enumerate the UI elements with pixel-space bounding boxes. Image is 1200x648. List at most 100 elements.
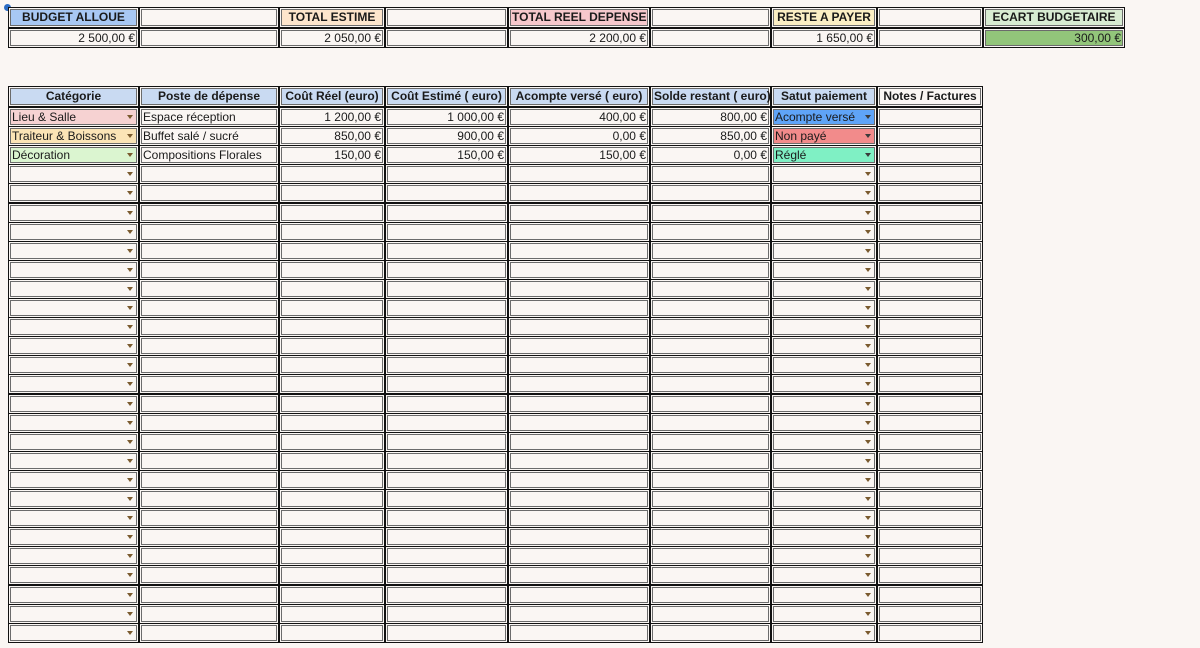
status-dropdown-r22[interactable]: [771, 527, 877, 547]
dropdown-arrow-icon[interactable]: [865, 191, 871, 195]
cell-r18-notes[interactable]: [877, 451, 983, 471]
cell-r14-poste[interactable]: [139, 374, 279, 394]
dropdown-arrow-icon[interactable]: [127, 153, 133, 157]
dropdown-arrow-icon[interactable]: [127, 211, 133, 215]
cell-r1-solde[interactable]: 850,00 €: [650, 126, 771, 146]
cell-r6-estime[interactable]: [385, 222, 508, 242]
cell-r1-estime[interactable]: 900,00 €: [385, 126, 508, 146]
dropdown-arrow-icon[interactable]: [865, 402, 871, 406]
cell-r24-acompte[interactable]: [508, 565, 650, 585]
summary-value-ecart[interactable]: 300,00 €: [983, 28, 1125, 48]
cell-r27-reel[interactable]: [279, 623, 385, 643]
cell-r15-notes[interactable]: [877, 394, 983, 414]
cell-r16-acompte[interactable]: [508, 413, 650, 433]
category-dropdown-r26[interactable]: [8, 604, 139, 624]
cell-r4-acompte[interactable]: [508, 183, 650, 203]
dropdown-arrow-icon[interactable]: [127, 363, 133, 367]
cell-r10-solde[interactable]: [650, 298, 771, 318]
cell-r19-solde[interactable]: [650, 470, 771, 490]
cell-r20-solde[interactable]: [650, 489, 771, 509]
cell-r8-estime[interactable]: [385, 260, 508, 280]
cell-r1-poste[interactable]: Buffet salé / sucré: [139, 126, 279, 146]
dropdown-arrow-icon[interactable]: [127, 134, 133, 138]
cell-r2-notes[interactable]: [877, 145, 983, 165]
cell-r21-estime[interactable]: [385, 508, 508, 528]
dropdown-arrow-icon[interactable]: [865, 421, 871, 425]
cell-r9-reel[interactable]: [279, 279, 385, 299]
cell-r7-reel[interactable]: [279, 241, 385, 261]
cell-r14-acompte[interactable]: [508, 374, 650, 394]
dropdown-arrow-icon[interactable]: [865, 497, 871, 501]
cell-r23-poste[interactable]: [139, 546, 279, 566]
cell-r5-solde[interactable]: [650, 203, 771, 223]
dropdown-arrow-icon[interactable]: [865, 172, 871, 176]
cell-r7-solde[interactable]: [650, 241, 771, 261]
cell-r17-notes[interactable]: [877, 432, 983, 452]
cell-r14-notes[interactable]: [877, 374, 983, 394]
cell-r9-solde[interactable]: [650, 279, 771, 299]
cell-r25-solde[interactable]: [650, 585, 771, 605]
column-header-6[interactable]: Satut paiement: [771, 86, 877, 107]
category-dropdown-r16[interactable]: [8, 413, 139, 433]
cell-r23-acompte[interactable]: [508, 546, 650, 566]
column-header-3[interactable]: Coût Estimé ( euro): [385, 86, 508, 107]
cell-r13-estime[interactable]: [385, 355, 508, 375]
cell-r12-estime[interactable]: [385, 336, 508, 356]
cell-r16-reel[interactable]: [279, 413, 385, 433]
cell-r1-reel[interactable]: 850,00 €: [279, 126, 385, 146]
category-dropdown-r24[interactable]: [8, 565, 139, 585]
dropdown-arrow-icon[interactable]: [127, 631, 133, 635]
summary-label-budget[interactable]: BUDGET ALLOUE: [8, 7, 139, 28]
cell-r11-reel[interactable]: [279, 317, 385, 337]
category-dropdown-r13[interactable]: [8, 355, 139, 375]
cell-r5-notes[interactable]: [877, 203, 983, 223]
cell-r2-estime[interactable]: 150,00 €: [385, 145, 508, 165]
cell-r20-notes[interactable]: [877, 489, 983, 509]
dropdown-arrow-icon[interactable]: [865, 268, 871, 272]
dropdown-arrow-icon[interactable]: [127, 306, 133, 310]
cell-r20-acompte[interactable]: [508, 489, 650, 509]
cell-r16-notes[interactable]: [877, 413, 983, 433]
cell-r23-notes[interactable]: [877, 546, 983, 566]
summary-label-ecart[interactable]: ECART BUDGETAIRE: [983, 7, 1125, 28]
cell-r12-reel[interactable]: [279, 336, 385, 356]
cell-r7-estime[interactable]: [385, 241, 508, 261]
cell-r25-acompte[interactable]: [508, 585, 650, 605]
cell-r20-estime[interactable]: [385, 489, 508, 509]
column-header-7[interactable]: Notes / Factures: [877, 86, 983, 107]
cell-r24-estime[interactable]: [385, 565, 508, 585]
category-dropdown-r21[interactable]: [8, 508, 139, 528]
column-header-4[interactable]: Acompte versé ( euro): [508, 86, 650, 107]
dropdown-arrow-icon[interactable]: [865, 306, 871, 310]
category-dropdown-r17[interactable]: [8, 432, 139, 452]
cell-r9-acompte[interactable]: [508, 279, 650, 299]
status-dropdown-r12[interactable]: [771, 336, 877, 356]
column-header-0[interactable]: Catégorie: [8, 86, 139, 107]
cell-r19-notes[interactable]: [877, 470, 983, 490]
cell-r7-acompte[interactable]: [508, 241, 650, 261]
cell-r18-solde[interactable]: [650, 451, 771, 471]
cell-r26-solde[interactable]: [650, 604, 771, 624]
cell-r0-estime[interactable]: 1 000,00 €: [385, 107, 508, 127]
cell-r26-poste[interactable]: [139, 604, 279, 624]
cell-r19-reel[interactable]: [279, 470, 385, 490]
status-dropdown-r24[interactable]: [771, 565, 877, 585]
category-dropdown-r14[interactable]: [8, 374, 139, 394]
status-dropdown-r16[interactable]: [771, 413, 877, 433]
cell-r9-poste[interactable]: [139, 279, 279, 299]
column-header-1[interactable]: Poste de dépense: [139, 86, 279, 107]
status-dropdown-r5[interactable]: [771, 203, 877, 223]
cell-r13-poste[interactable]: [139, 355, 279, 375]
cell-r24-solde[interactable]: [650, 565, 771, 585]
cell-r7-notes[interactable]: [877, 241, 983, 261]
status-dropdown-r21[interactable]: [771, 508, 877, 528]
cell-r5-estime[interactable]: [385, 203, 508, 223]
dropdown-arrow-icon[interactable]: [127, 382, 133, 386]
cell-r21-poste[interactable]: [139, 508, 279, 528]
summary-label-reste[interactable]: RESTE A PAYER: [771, 7, 877, 28]
category-dropdown-r8[interactable]: [8, 260, 139, 280]
cell-r2-poste[interactable]: Compositions Florales: [139, 145, 279, 165]
cell-r4-solde[interactable]: [650, 183, 771, 203]
cell-r27-notes[interactable]: [877, 623, 983, 643]
dropdown-arrow-icon[interactable]: [865, 115, 871, 119]
